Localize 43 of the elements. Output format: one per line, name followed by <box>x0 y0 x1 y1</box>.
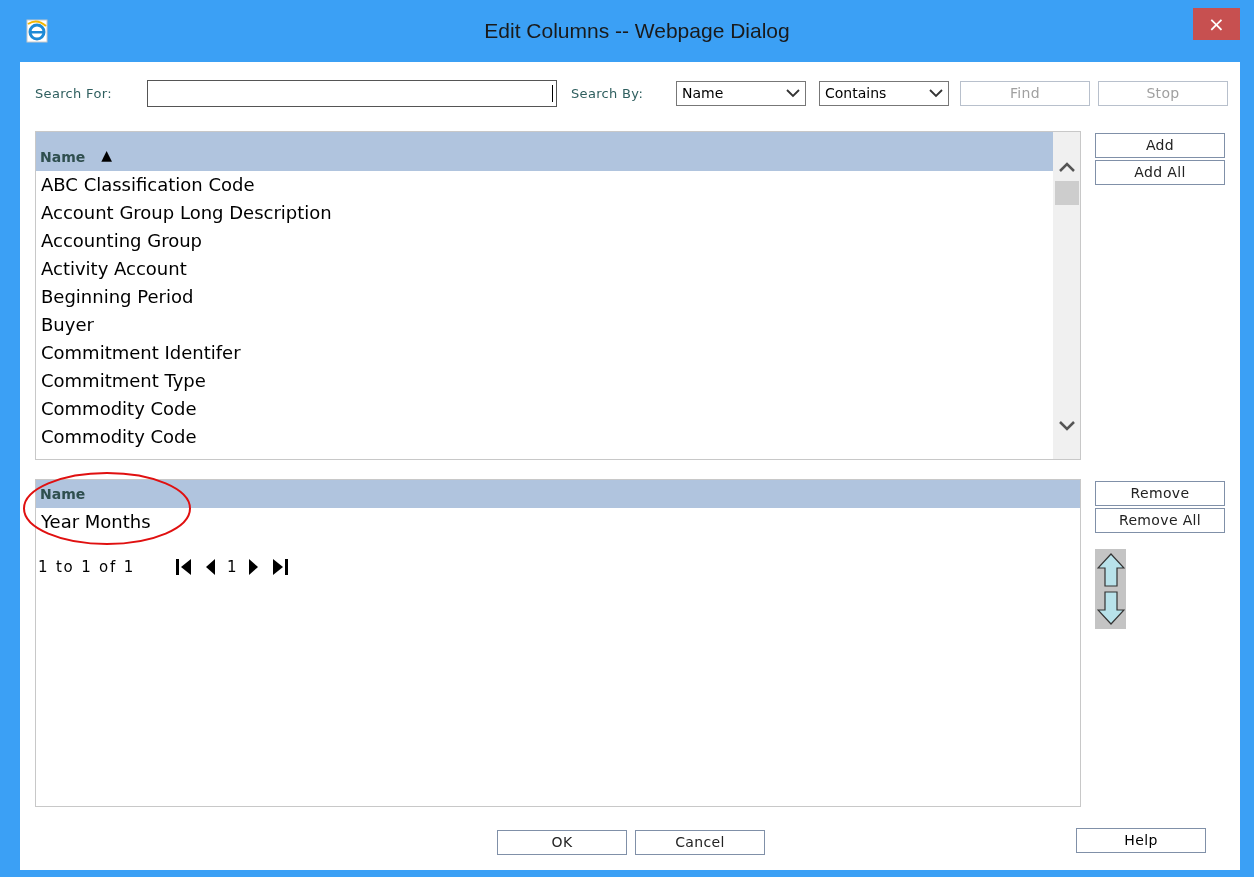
column-item[interactable]: ABC Classification Code <box>36 171 260 199</box>
column-item[interactable]: Account Group Long Description <box>36 199 337 227</box>
window-title: Edit Columns -- Webpage Dialog <box>484 18 790 45</box>
search-label: Search For: <box>35 84 113 103</box>
previous-page-icon[interactable] <box>205 558 216 577</box>
cancel-button[interactable]: Cancel <box>635 830 765 855</box>
last-page-icon[interactable] <box>270 558 289 577</box>
search-field[interactable] <box>147 80 557 107</box>
pager-summary: 1 to 1 of 1 <box>38 557 136 578</box>
column-item[interactable]: Commitment Type <box>36 367 211 395</box>
sort-indicator: ▲ <box>101 146 113 165</box>
ok-button[interactable]: OK <box>497 830 627 855</box>
search-by-dropdown[interactable]: Name <box>676 81 806 106</box>
column-item[interactable]: Commodity Code <box>36 423 202 451</box>
column-item[interactable]: Commodity Code <box>36 395 202 423</box>
chevron-up-icon[interactable] <box>1058 162 1075 172</box>
scrollbar-thumb[interactable] <box>1054 181 1079 205</box>
help-button[interactable]: Help <box>1076 828 1206 853</box>
column-item[interactable]: Year Months <box>36 508 156 536</box>
add-all-button[interactable]: Add All <box>1095 160 1225 185</box>
column-header[interactable]: Name <box>40 484 86 505</box>
close-button[interactable]: × <box>1193 8 1240 40</box>
match-dropdown[interactable]: Contains <box>819 81 949 106</box>
chevron-down-icon[interactable] <box>1058 421 1075 431</box>
scrollbar[interactable] <box>1053 132 1080 459</box>
remove-button[interactable]: Remove <box>1095 481 1225 506</box>
search-by-label: Search By: <box>571 84 645 103</box>
column-item[interactable]: Beginning Period <box>36 283 199 311</box>
column-header[interactable]: Name <box>40 147 86 168</box>
move-down-icon[interactable] <box>1096 591 1125 625</box>
chevron-down-icon <box>786 89 800 98</box>
column-item[interactable]: Buyer <box>36 311 99 339</box>
chevron-down-icon <box>929 89 943 98</box>
move-up-icon[interactable] <box>1096 553 1125 587</box>
page-number[interactable]: 1 <box>227 556 237 579</box>
first-page-icon[interactable] <box>175 558 194 577</box>
remove-all-button[interactable]: Remove All <box>1095 508 1225 533</box>
column-item[interactable]: Accounting Group <box>36 227 208 255</box>
column-item[interactable]: Commitment Identifer <box>36 339 246 367</box>
add-button[interactable]: Add <box>1095 133 1225 158</box>
browser-logo-icon <box>24 18 50 44</box>
next-page-icon[interactable] <box>248 558 259 577</box>
column-item[interactable]: Activity Account <box>36 255 192 283</box>
